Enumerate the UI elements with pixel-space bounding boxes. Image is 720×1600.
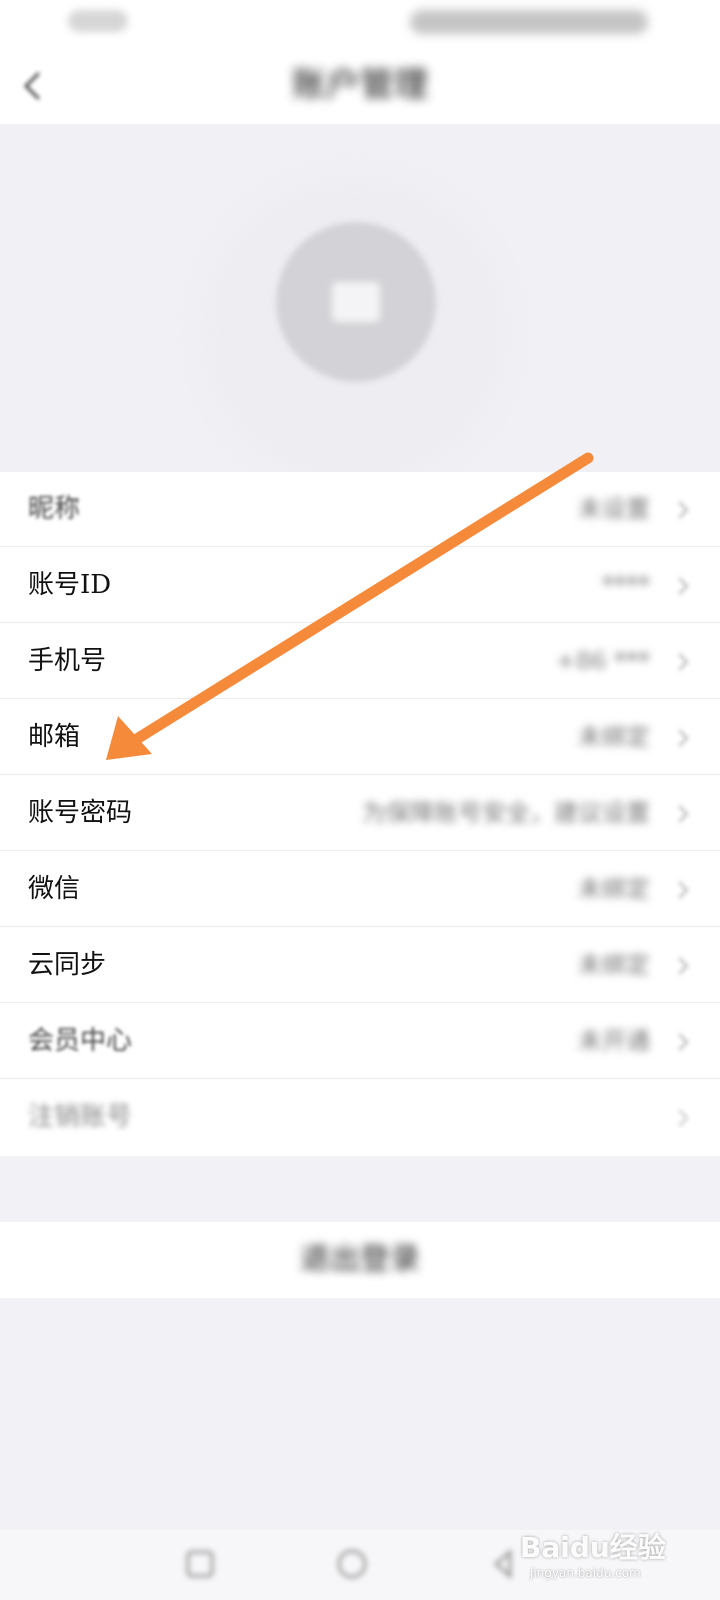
watermark-brand: Baidu经验: [520, 1531, 666, 1564]
row-label: 昵称: [28, 494, 81, 524]
row-membership[interactable]: 会员中心 未开通: [0, 1004, 720, 1079]
title-bar: 账户管理: [0, 48, 720, 124]
back-arrow-icon[interactable]: [14, 66, 54, 106]
row-value: 未绑定: [578, 875, 650, 903]
row-value: 未绑定: [578, 951, 650, 979]
status-time: [68, 10, 128, 32]
chevron-right-icon: [672, 650, 694, 674]
row-wechat[interactable]: 微信 未绑定: [0, 852, 720, 927]
row-label: 微信: [28, 874, 81, 904]
row-label: 云同步: [28, 950, 107, 980]
logout-label: 退出登录: [300, 1242, 420, 1277]
row-value: 未设置: [578, 495, 650, 523]
image-icon: [332, 282, 380, 322]
row-label: 账号ID: [28, 570, 112, 600]
row-value: ****: [602, 571, 650, 599]
row-label: 手机号: [28, 646, 107, 676]
row-value: 未开通: [578, 1027, 650, 1055]
chevron-right-icon: [672, 1030, 694, 1054]
home-icon[interactable]: [332, 1544, 372, 1584]
row-nickname[interactable]: 昵称 未设置: [0, 472, 720, 547]
account-settings-list: 昵称 未设置 账号ID **** 手机号 +86 *** 邮箱 未绑定 账号密码…: [0, 472, 720, 1156]
row-account-id[interactable]: 账号ID ****: [0, 548, 720, 623]
row-value: +86 ***: [555, 647, 650, 675]
chevron-right-icon: [672, 878, 694, 902]
status-bar: [0, 0, 720, 48]
row-cloud-sync[interactable]: 云同步 未绑定: [0, 928, 720, 1003]
baidu-watermark: Baidu经验 jingyan.baidu.com: [520, 1524, 680, 1594]
back-nav-icon[interactable]: [484, 1544, 524, 1584]
row-label: 邮箱: [28, 722, 81, 752]
row-label: 账号密码: [28, 798, 133, 828]
row-delete-account[interactable]: 注销账号: [0, 1080, 720, 1155]
avatar[interactable]: [276, 222, 436, 382]
row-label: 注销账号: [28, 1102, 133, 1132]
watermark-url: jingyan.baidu.com: [530, 1566, 641, 1580]
row-email[interactable]: 邮箱 未绑定: [0, 700, 720, 775]
row-phone[interactable]: 手机号 +86 ***: [0, 624, 720, 699]
chevron-right-icon: [672, 574, 694, 598]
logout-button[interactable]: 退出登录: [0, 1222, 720, 1298]
status-icons: [410, 10, 648, 34]
chevron-right-icon: [672, 726, 694, 750]
recent-apps-icon[interactable]: [180, 1544, 220, 1584]
row-label: 会员中心: [28, 1026, 133, 1056]
page-title: 账户管理: [292, 65, 428, 105]
row-password[interactable]: 账号密码 为保障账号安全，建议设置: [0, 776, 720, 851]
chevron-right-icon: [672, 498, 694, 522]
chevron-right-icon: [672, 954, 694, 978]
chevron-right-icon: [672, 802, 694, 826]
row-value: 未绑定: [578, 723, 650, 751]
avatar-section: [0, 124, 720, 486]
chevron-right-icon: [672, 1106, 694, 1130]
row-value: 为保障账号安全，建议设置: [362, 799, 650, 827]
